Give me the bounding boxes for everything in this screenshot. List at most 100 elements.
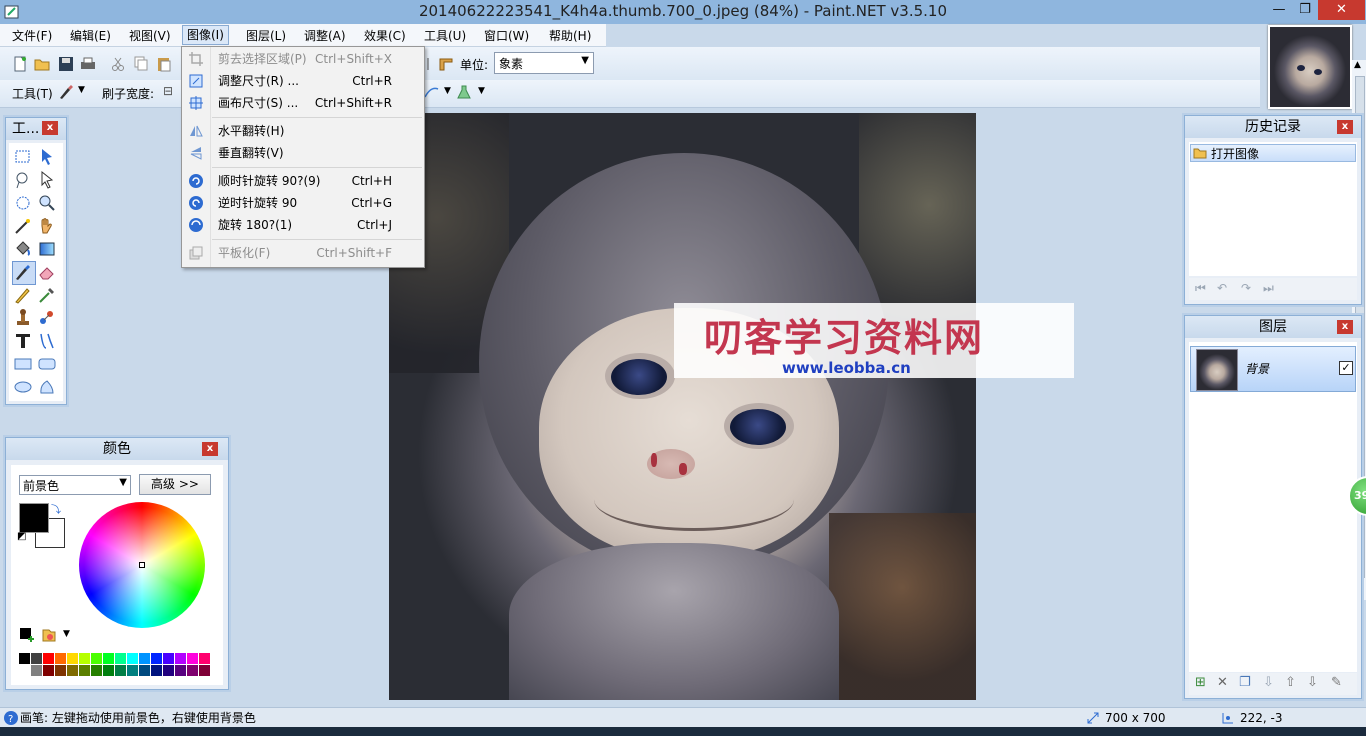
palette-swatch[interactable] <box>43 665 54 676</box>
merge-down-icon[interactable]: ⇩ <box>1263 675 1274 690</box>
menu-effects[interactable]: 效果(C) <box>360 27 410 44</box>
primary-color-swatch[interactable] <box>19 503 49 533</box>
menu-item-flip-horizontal[interactable]: 水平翻转(H) <box>182 120 424 142</box>
palette-swatch[interactable] <box>55 665 66 676</box>
paste-icon[interactable] <box>156 56 172 72</box>
history-last-icon[interactable]: ⏭ <box>1263 281 1274 296</box>
duplicate-layer-icon[interactable]: ❐ <box>1239 675 1251 690</box>
freeform-shape-icon[interactable] <box>37 377 57 397</box>
menu-file[interactable]: 文件(F) <box>8 27 56 44</box>
new-file-icon[interactable] <box>12 56 28 72</box>
palette-swatch[interactable] <box>163 653 174 664</box>
chevron-down-icon[interactable]: ▼ <box>63 629 70 639</box>
color-picker-icon[interactable] <box>37 285 57 305</box>
menu-item-flip-vertical[interactable]: 垂直翻转(V) <box>182 142 424 164</box>
palette-swatch[interactable] <box>199 653 210 664</box>
reset-colors-icon[interactable]: ◩ <box>17 531 26 542</box>
palette-swatch[interactable] <box>127 653 138 664</box>
layer-visibility-checkbox[interactable]: ✓ <box>1339 361 1353 375</box>
print-icon[interactable] <box>80 56 96 72</box>
menu-help[interactable]: 帮助(H) <box>545 27 595 44</box>
advanced-button[interactable]: 高级 >> <box>139 474 211 495</box>
history-panel-header[interactable]: 历史记录 <box>1185 116 1361 138</box>
antialias-icon[interactable] <box>424 84 440 100</box>
pencil-icon[interactable] <box>13 285 33 305</box>
rectangle-icon[interactable] <box>13 354 33 374</box>
recolor-icon[interactable] <box>37 308 57 328</box>
rectangle-select-icon[interactable] <box>13 147 33 167</box>
palette-swatch[interactable] <box>187 653 198 664</box>
palette-swatch[interactable] <box>55 653 66 664</box>
menu-item-resize[interactable]: 调整尺寸(R) ... Ctrl+R <box>182 70 424 92</box>
open-file-icon[interactable] <box>34 56 50 72</box>
color-wheel-cursor[interactable] <box>139 562 145 568</box>
palette-menu-icon[interactable] <box>41 627 57 643</box>
undo-icon[interactable]: ↶ <box>1217 281 1227 295</box>
palette-swatch[interactable] <box>91 653 102 664</box>
palette-swatch[interactable] <box>31 653 42 664</box>
delete-layer-icon[interactable]: ✕ <box>1217 675 1228 690</box>
menu-item-crop-to-selection[interactable]: 剪去选择区域(P) Ctrl+Shift+X <box>182 48 424 70</box>
redo-icon[interactable]: ↷ <box>1241 281 1251 295</box>
minimize-button[interactable]: — <box>1266 0 1292 20</box>
palette-swatch[interactable] <box>175 653 186 664</box>
swap-colors-icon[interactable]: ⤵ <box>51 501 61 516</box>
rounded-rectangle-icon[interactable] <box>37 354 57 374</box>
chevron-down-icon[interactable]: ▼ <box>478 86 485 96</box>
ellipse-select-icon[interactable] <box>13 193 33 213</box>
palette-swatch[interactable] <box>103 665 114 676</box>
ruler-icon[interactable] <box>438 56 454 72</box>
menu-image[interactable]: 图像(I) <box>182 25 229 45</box>
palette-swatch[interactable] <box>79 665 90 676</box>
palette-swatch[interactable] <box>199 665 210 676</box>
palette-swatch[interactable] <box>115 665 126 676</box>
close-button[interactable]: ✕ <box>1318 0 1365 20</box>
palette-swatch[interactable] <box>115 653 126 664</box>
menu-item-rotate-cw[interactable]: 顺时针旋转 90?(9) Ctrl+H <box>182 170 424 192</box>
tools-panel-close-button[interactable]: x <box>42 121 58 135</box>
eraser-icon[interactable] <box>37 262 57 282</box>
scroll-up-icon[interactable]: ▲ <box>1354 60 1361 70</box>
pan-hand-icon[interactable] <box>37 216 57 236</box>
line-curve-icon[interactable] <box>37 331 57 351</box>
layer-item[interactable]: 背景 ✓ <box>1190 346 1356 392</box>
magic-wand-icon[interactable] <box>13 216 33 236</box>
layers-panel-close-button[interactable]: x <box>1337 320 1353 334</box>
palette-swatch[interactable] <box>151 665 162 676</box>
tool-label[interactable]: 工具(T) <box>12 85 53 102</box>
save-icon[interactable] <box>58 56 74 72</box>
history-panel-close-button[interactable]: x <box>1337 120 1353 134</box>
palette-swatch[interactable] <box>103 653 114 664</box>
chevron-down-icon[interactable]: ▼ <box>444 86 451 96</box>
text-icon[interactable] <box>13 331 33 351</box>
menu-tools[interactable]: 工具(U) <box>420 27 470 44</box>
image-canvas[interactable] <box>389 113 976 700</box>
ellipse-icon[interactable] <box>13 377 33 397</box>
gradient-icon[interactable] <box>37 239 57 259</box>
palette-swatch[interactable] <box>19 653 30 664</box>
menu-item-canvas-size[interactable]: 画布尺寸(S) ... Ctrl+Shift+R <box>182 92 424 114</box>
menu-item-rotate-180[interactable]: 旋转 180?(1) Ctrl+J <box>182 214 424 236</box>
palette-swatch[interactable] <box>19 665 30 676</box>
paint-bucket-icon[interactable] <box>13 239 33 259</box>
palette-swatch[interactable] <box>139 665 150 676</box>
move-down-icon[interactable]: ⇩ <box>1307 675 1318 690</box>
image-thumbnail[interactable] <box>1268 25 1352 109</box>
paintbrush-icon[interactable] <box>13 262 33 282</box>
menu-item-rotate-ccw[interactable]: 逆时针旋转 90 Ctrl+G <box>182 192 424 214</box>
menu-layers[interactable]: 图层(L) <box>242 27 290 44</box>
chevron-down-icon[interactable]: ▼ <box>78 85 85 95</box>
palette-swatch[interactable] <box>31 665 42 676</box>
color-target-select[interactable]: 前景色 ▼ <box>19 475 131 495</box>
palette-swatch[interactable] <box>127 665 138 676</box>
colors-panel-close-button[interactable]: x <box>202 442 218 456</box>
lasso-icon[interactable] <box>13 170 33 190</box>
layers-panel-header[interactable]: 图层 <box>1185 316 1361 338</box>
unit-select[interactable]: 象素 ▼ <box>494 52 594 74</box>
palette-swatch[interactable] <box>67 653 78 664</box>
colors-panel-header[interactable]: 颜色 <box>6 438 228 460</box>
copy-icon[interactable] <box>133 56 149 72</box>
palette-swatch[interactable] <box>187 665 198 676</box>
menu-adjustments[interactable]: 调整(A) <box>300 27 350 44</box>
history-item[interactable]: 打开图像 <box>1190 144 1356 162</box>
